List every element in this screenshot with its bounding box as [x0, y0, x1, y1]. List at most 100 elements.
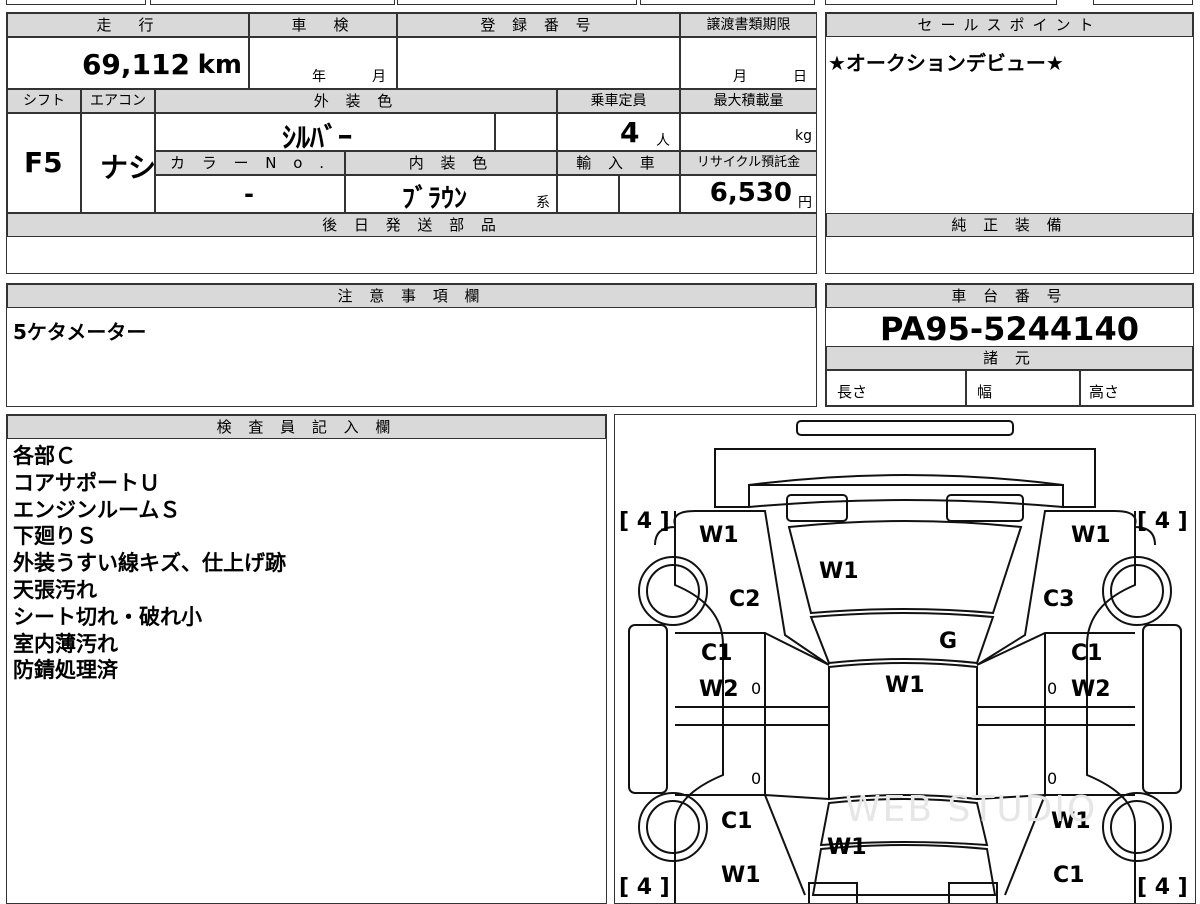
top-strip-5 [825, 0, 1057, 5]
mark-front-right-c: C3 [1043, 587, 1075, 612]
inspector-header: 検 査 員 記 入 欄 [7, 415, 606, 439]
rear-light-left [808, 882, 858, 903]
top-strip-2 [150, 0, 395, 5]
summary-grid: 走 行 車 検 登 録 番 号 譲渡書類期限 69,112 km 年 月 月 日… [6, 12, 817, 274]
inspector-line: 室内薄汚れ [13, 631, 118, 656]
top-strip-4 [640, 0, 815, 5]
import-cell-1 [557, 175, 619, 213]
length-label: 長さ [837, 383, 868, 401]
mark-right-front-door: C1 [1071, 641, 1103, 666]
left-body-edge [674, 525, 724, 903]
maxload-unit: kg [795, 128, 812, 144]
mark-left-rear-bottom: W1 [721, 863, 761, 888]
mark-left-zero-2: 0 [751, 769, 762, 788]
right-mirror [1142, 624, 1182, 794]
recycle-value: 6,530 [709, 178, 792, 208]
right-body-edge [1086, 525, 1136, 903]
sales-point-header: セールスポイント [826, 13, 1193, 37]
capacity-value: 4 [620, 116, 640, 149]
headlight-bar [748, 474, 1064, 509]
inspection-month: 月 [372, 69, 386, 85]
mark-front-left-fender: W1 [699, 523, 739, 548]
left-mirror [628, 624, 668, 794]
left-rear-line [764, 794, 806, 896]
transfer-day: 日 [793, 69, 807, 85]
mark-right-front-door-2: W2 [1071, 677, 1111, 702]
mark-hood: W1 [819, 559, 859, 584]
interior-cell: ﾌﾞﾗｳﾝ 系 [345, 175, 557, 214]
inspection-year: 年 [312, 69, 326, 85]
inspector-line: コアサポートＵ [13, 470, 160, 495]
mark-left-zero-1: 0 [751, 679, 762, 698]
interior-header: 内 装 色 [345, 151, 557, 175]
inspector-lines: 各部Ｃ コアサポートＵ エンジンルームＳ 下廻りＳ 外装うすい線キズ、仕上げ跡 … [13, 443, 286, 684]
notes-header: 注 意 事 項 欄 [7, 284, 816, 308]
import-header: 輸 入 車 [557, 151, 680, 175]
mark-windshield: G [939, 629, 958, 654]
mileage-header: 走 行 [7, 13, 249, 37]
recycle-cell: 6,530 円 [680, 175, 817, 213]
mark-left-rear-quarter: C1 [721, 809, 753, 834]
import-cell-2 [619, 175, 680, 213]
shift-value: F5 [24, 146, 63, 179]
mark-right-zero-1: 0 [1047, 679, 1058, 698]
later-parts-header: 後 日 発 送 部 品 [7, 213, 817, 237]
sales-point-box: セールスポイント ★オークションデビュー★ 純 正 装 備 [825, 12, 1194, 274]
watermark: WEB STUDIO [845, 789, 1098, 830]
front-bumper [714, 448, 1096, 508]
transfer-header: 譲渡書類期限 [680, 13, 817, 37]
inspection-cell: 年 月 [249, 37, 397, 89]
inspection-header: 車 検 [249, 13, 397, 37]
shift-cell: F5 [7, 113, 81, 213]
height-label: 高さ [1089, 383, 1120, 401]
color-no-header: カ ラ ー N o . [155, 151, 345, 175]
capacity-cell: 4 人 [557, 113, 680, 151]
specs-header: 諸 元 [826, 346, 1193, 370]
exterior-value: ｼﾙﾊﾞｰ [282, 121, 353, 154]
mark-roof: W1 [885, 673, 925, 698]
wheel-rear-left [638, 792, 708, 862]
inspector-line: エンジンルームＳ [13, 497, 181, 522]
inspector-line: 下廻りＳ [13, 524, 97, 549]
recycle-header: リサイクル預託金 [680, 151, 817, 175]
wheel-rear-right-inner [1110, 800, 1164, 854]
width-cell: 幅 [966, 370, 1080, 406]
inspector-line: 各部Ｃ [13, 444, 76, 468]
wheel-front-left [638, 556, 708, 626]
notes-text: 5ケタメーター [13, 320, 147, 344]
transfer-month: 月 [733, 69, 747, 85]
transfer-cell: 月 日 [680, 37, 817, 89]
inspector-line: 防錆処理済 [13, 658, 118, 683]
length-cell: 長さ [826, 370, 966, 406]
wheel-rear-left-inner [646, 800, 700, 854]
genuine-equipment-header: 純 正 装 備 [826, 213, 1193, 237]
maxload-cell: kg [680, 113, 817, 151]
exterior-header: 外 装 色 [155, 89, 557, 113]
mark-left-front-door-2: W2 [699, 677, 739, 702]
mileage-value: 69,112 [81, 48, 190, 81]
exterior-cell: ｼﾙﾊﾞｰ [155, 113, 495, 154]
color-no-cell: - [155, 175, 345, 213]
top-strip-3 [397, 0, 637, 5]
wheel-front-left-inner [646, 564, 700, 618]
mark-right-rear-bottom: C1 [1053, 863, 1085, 888]
shift-header: シフト [7, 89, 81, 113]
chassis-value: PA95-5244140 [880, 310, 1139, 348]
rear-light-right [948, 882, 998, 903]
aircon-value: ナシ [100, 151, 157, 184]
color-no-value: - [244, 180, 254, 208]
notes-box: 注 意 事 項 欄 5ケタメーター [6, 283, 817, 407]
mark-front-right-fender: W1 [1071, 523, 1111, 548]
right-headlight [946, 494, 1024, 522]
left-headlight [786, 494, 848, 522]
mark-left-front-door: C1 [701, 641, 733, 666]
front-grille [796, 420, 1014, 436]
exterior-sub-cell [495, 113, 557, 151]
mileage-cell: 69,112 km [7, 37, 249, 89]
aircon-header: エアコン [81, 89, 155, 113]
tire-rear-left: [ 4 ] [619, 875, 670, 900]
tire-front-right: [ 4 ] [1137, 509, 1188, 534]
sales-point-text: ★オークションデビュー★ [828, 51, 1064, 75]
aircon-cell: ナシ [81, 113, 157, 213]
top-strip-1 [6, 0, 146, 5]
